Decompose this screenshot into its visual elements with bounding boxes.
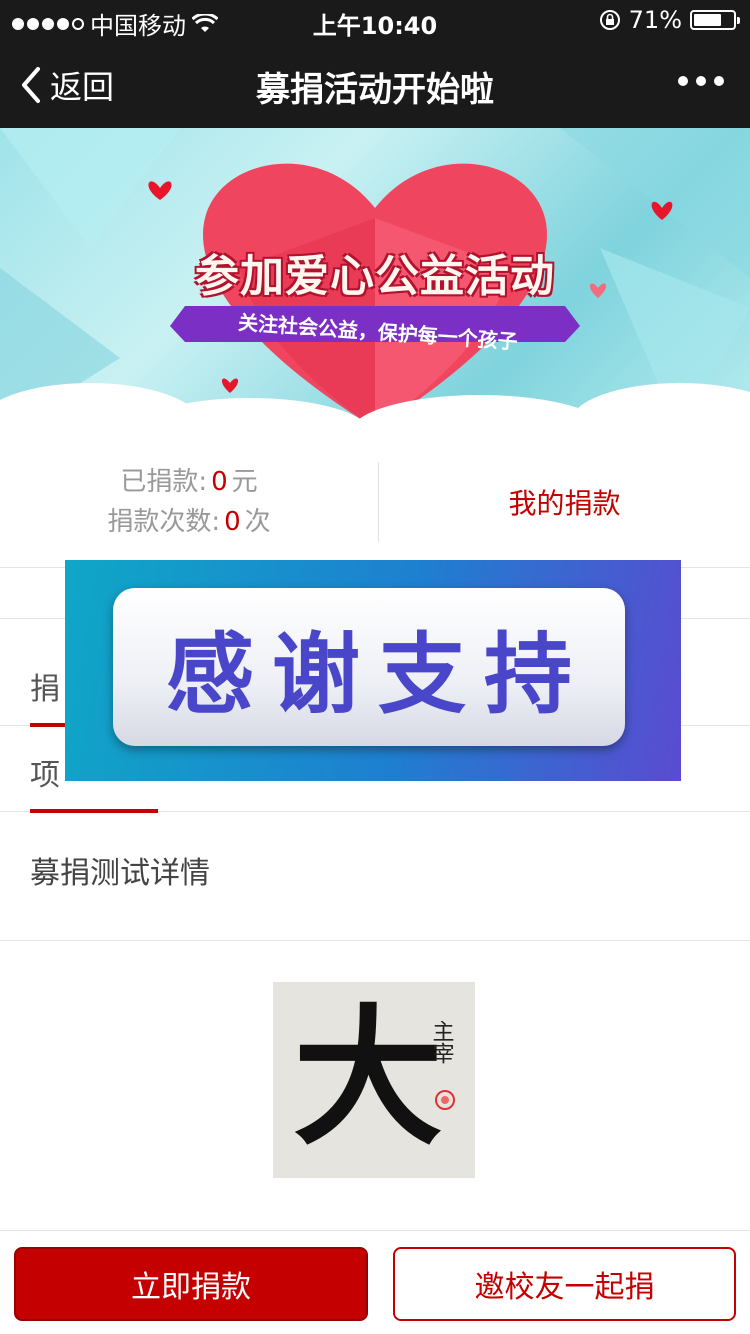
thanks-overlay[interactable]: 感谢支持 [65, 560, 681, 781]
page-title: 募捐活动开始啦 [256, 70, 494, 110]
donated-row: 已捐款: 0 元 [0, 462, 378, 502]
battery-percent: 71% [628, 6, 682, 34]
more-dot-icon [696, 76, 706, 86]
svg-text:大: 大 [293, 990, 443, 1166]
rotation-lock-icon [599, 10, 620, 30]
divider [0, 940, 750, 941]
banner: 参加爱心公益活动 关注社会公益，保护每一个孩子 [0, 128, 750, 434]
my-donation-link[interactable]: 我的捐款 [379, 482, 750, 522]
count-unit: 次 [244, 507, 271, 537]
count-row: 捐款次数: 0 次 [0, 502, 378, 542]
status-right: 71% [599, 6, 740, 34]
count-label: 捐款次数: [107, 507, 221, 537]
donation-stats: 已捐款: 0 元 捐款次数: 0 次 我的捐款 [0, 434, 750, 568]
donated-label: 已捐款: [120, 467, 208, 497]
svg-text:主宰: 主宰 [429, 1020, 454, 1064]
status-bar: 中国移动 上午10:40 71% [0, 0, 750, 40]
calligraphy-image: 大 主宰 [273, 982, 475, 1178]
more-dot-icon [678, 76, 688, 86]
battery-icon [690, 10, 740, 30]
stats-summary: 已捐款: 0 元 捐款次数: 0 次 [0, 462, 378, 542]
donate-now-button[interactable]: 立即捐款 [14, 1247, 368, 1321]
invite-alumni-button[interactable]: 邀校友一起捐 [393, 1247, 736, 1321]
nav-bar: 返回 募捐活动开始啦 [0, 40, 750, 128]
count-value: 0 [224, 507, 241, 537]
thanks-text: 感谢支持 [165, 622, 590, 726]
thanks-card: 感谢支持 [113, 588, 625, 746]
tab-donation-label: 捐 [30, 672, 60, 707]
project-detail-text: 募捐测试详情 [30, 856, 210, 891]
bottom-action-bar: 立即捐款 邀校友一起捐 [0, 1230, 750, 1334]
banner-title: 参加爱心公益活动 [195, 251, 555, 302]
more-dot-icon [714, 76, 724, 86]
donated-value: 0 [211, 467, 228, 497]
more-button[interactable] [678, 76, 724, 86]
tab-underline [30, 809, 158, 813]
tab-project-label: 项 [30, 758, 60, 793]
donated-unit: 元 [231, 467, 258, 497]
